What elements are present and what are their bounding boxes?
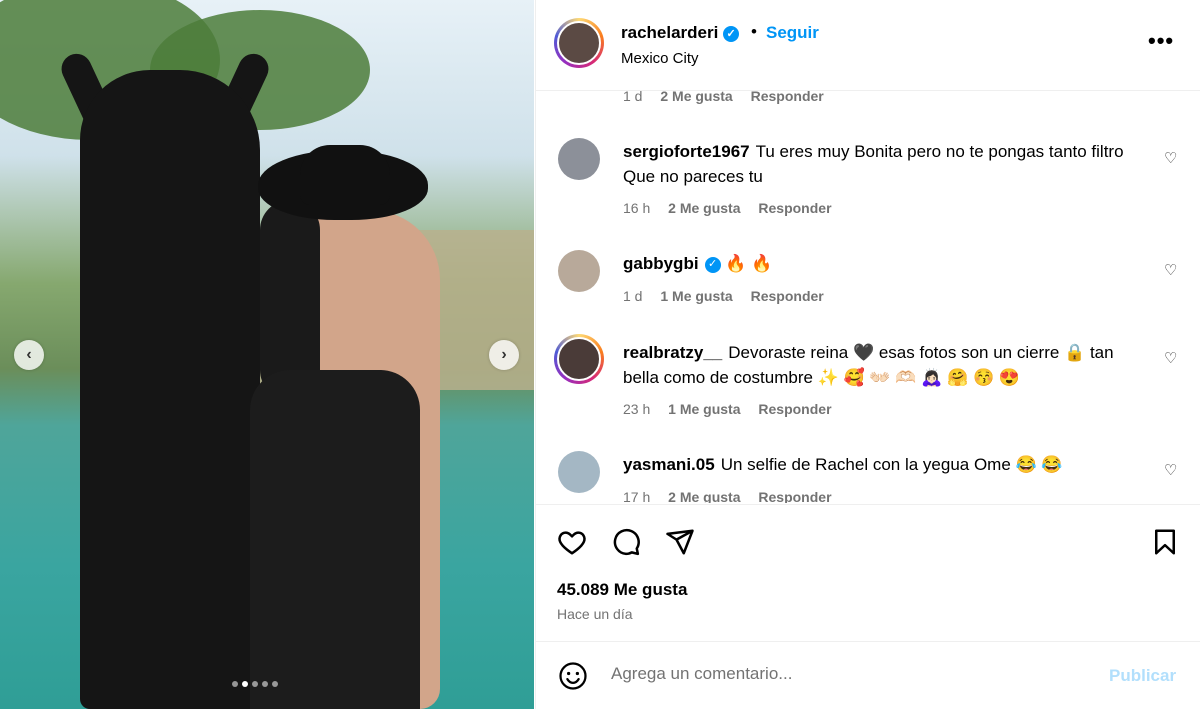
carousel-dot-active xyxy=(242,681,248,687)
comment-icon[interactable] xyxy=(611,527,641,557)
prev-slide-button[interactable]: ‹ xyxy=(14,340,44,370)
like-comment-heart-icon[interactable]: ♡ xyxy=(1164,261,1177,279)
carousel-indicator xyxy=(232,681,278,687)
heart-icon[interactable] xyxy=(557,527,587,557)
like-comment-heart-icon[interactable]: ♡ xyxy=(1164,349,1177,367)
post-timestamp[interactable]: Hace un día xyxy=(557,606,633,622)
carousel-dot xyxy=(252,681,258,687)
verified-badge-icon: ✓ xyxy=(723,25,740,42)
comments-list[interactable]: 1 d 2 Me gusta Responder sergioforte1967… xyxy=(536,91,1200,503)
commenter-avatar[interactable] xyxy=(554,334,604,384)
commenter-avatar[interactable] xyxy=(558,250,600,292)
post-actions: 45.089 Me gusta Hace un día xyxy=(536,504,1200,642)
reply-button[interactable]: Responder xyxy=(751,288,824,304)
comment-likes[interactable]: 1 Me gusta xyxy=(660,288,732,304)
comment-input[interactable] xyxy=(609,663,1063,685)
reply-button[interactable]: Responder xyxy=(751,91,824,104)
carousel-dot xyxy=(262,681,268,687)
author-username[interactable]: rachelarderi ✓ xyxy=(621,23,740,43)
publish-button[interactable]: Publicar xyxy=(1109,666,1176,686)
comment-text: sergioforte1967 Tu eres muy Bonita pero n… xyxy=(623,142,1124,186)
commenter-username[interactable]: sergioforte1967 xyxy=(623,142,750,161)
commenter-username[interactable]: realbratzy__ xyxy=(623,343,722,362)
comment-likes[interactable]: 1 Me gusta xyxy=(668,401,740,417)
post-location[interactable]: Mexico City xyxy=(621,50,699,67)
commenter-username[interactable]: gabbygbi xyxy=(623,254,699,273)
carousel-dot xyxy=(232,681,238,687)
comment-meta: 23 h 1 Me gusta Responder xyxy=(623,401,832,417)
separator-dot: • xyxy=(751,22,757,41)
reply-button[interactable]: Responder xyxy=(758,401,831,417)
save-bookmark-icon[interactable] xyxy=(1150,527,1180,557)
author-avatar[interactable] xyxy=(554,18,604,68)
more-options-icon[interactable]: ••• xyxy=(1148,28,1174,54)
like-comment-heart-icon[interactable]: ♡ xyxy=(1164,461,1177,479)
comment-meta: 17 h 2 Me gusta Responder xyxy=(623,489,832,503)
comment-text: yasmani.05 Un selfie de Rachel con la yeg… xyxy=(623,455,1063,474)
carousel-dot xyxy=(272,681,278,687)
commenter-avatar[interactable] xyxy=(558,138,600,180)
chevron-right-icon: › xyxy=(501,346,507,363)
reply-button[interactable]: Responder xyxy=(758,200,831,216)
post-image[interactable]: ‹ › xyxy=(0,0,534,709)
emoji-icon[interactable] xyxy=(558,661,588,691)
comment-text: gabbygbi ✓ 🔥 🔥 xyxy=(623,254,773,273)
chevron-left-icon: ‹ xyxy=(26,346,32,363)
follow-button[interactable]: Seguir xyxy=(766,23,819,43)
share-icon[interactable] xyxy=(665,527,695,557)
like-comment-heart-icon[interactable]: ♡ xyxy=(1164,149,1177,167)
lace-bodysuit xyxy=(250,370,420,709)
like-count[interactable]: 45.089 Me gusta xyxy=(557,580,687,600)
commenter-username[interactable]: yasmani.05 xyxy=(623,455,715,474)
comment-likes[interactable]: 2 Me gusta xyxy=(660,91,732,104)
next-slide-button[interactable]: › xyxy=(489,340,519,370)
horse xyxy=(80,70,260,709)
commenter-avatar[interactable] xyxy=(558,451,600,493)
comment-meta: 1 d 2 Me gusta Responder xyxy=(623,91,824,104)
comment-meta: 16 h 2 Me gusta Responder xyxy=(623,200,832,216)
comment-likes[interactable]: 2 Me gusta xyxy=(668,489,740,503)
post-header: rachelarderi ✓ • Seguir Mexico City ••• xyxy=(536,0,1200,91)
verified-badge-icon: ✓ xyxy=(704,256,721,273)
comment-likes[interactable]: 2 Me gusta xyxy=(668,200,740,216)
reply-button[interactable]: Responder xyxy=(758,489,831,503)
cowboy-hat-crown xyxy=(300,145,390,205)
comment-text: realbratzy__ Devoraste reina 🖤 esas fotos… xyxy=(623,343,1114,387)
comment-meta: 1 d 1 Me gusta Responder xyxy=(623,288,824,304)
add-comment-bar: Publicar xyxy=(536,641,1200,709)
post-sidebar: rachelarderi ✓ • Seguir Mexico City ••• … xyxy=(535,0,1200,709)
